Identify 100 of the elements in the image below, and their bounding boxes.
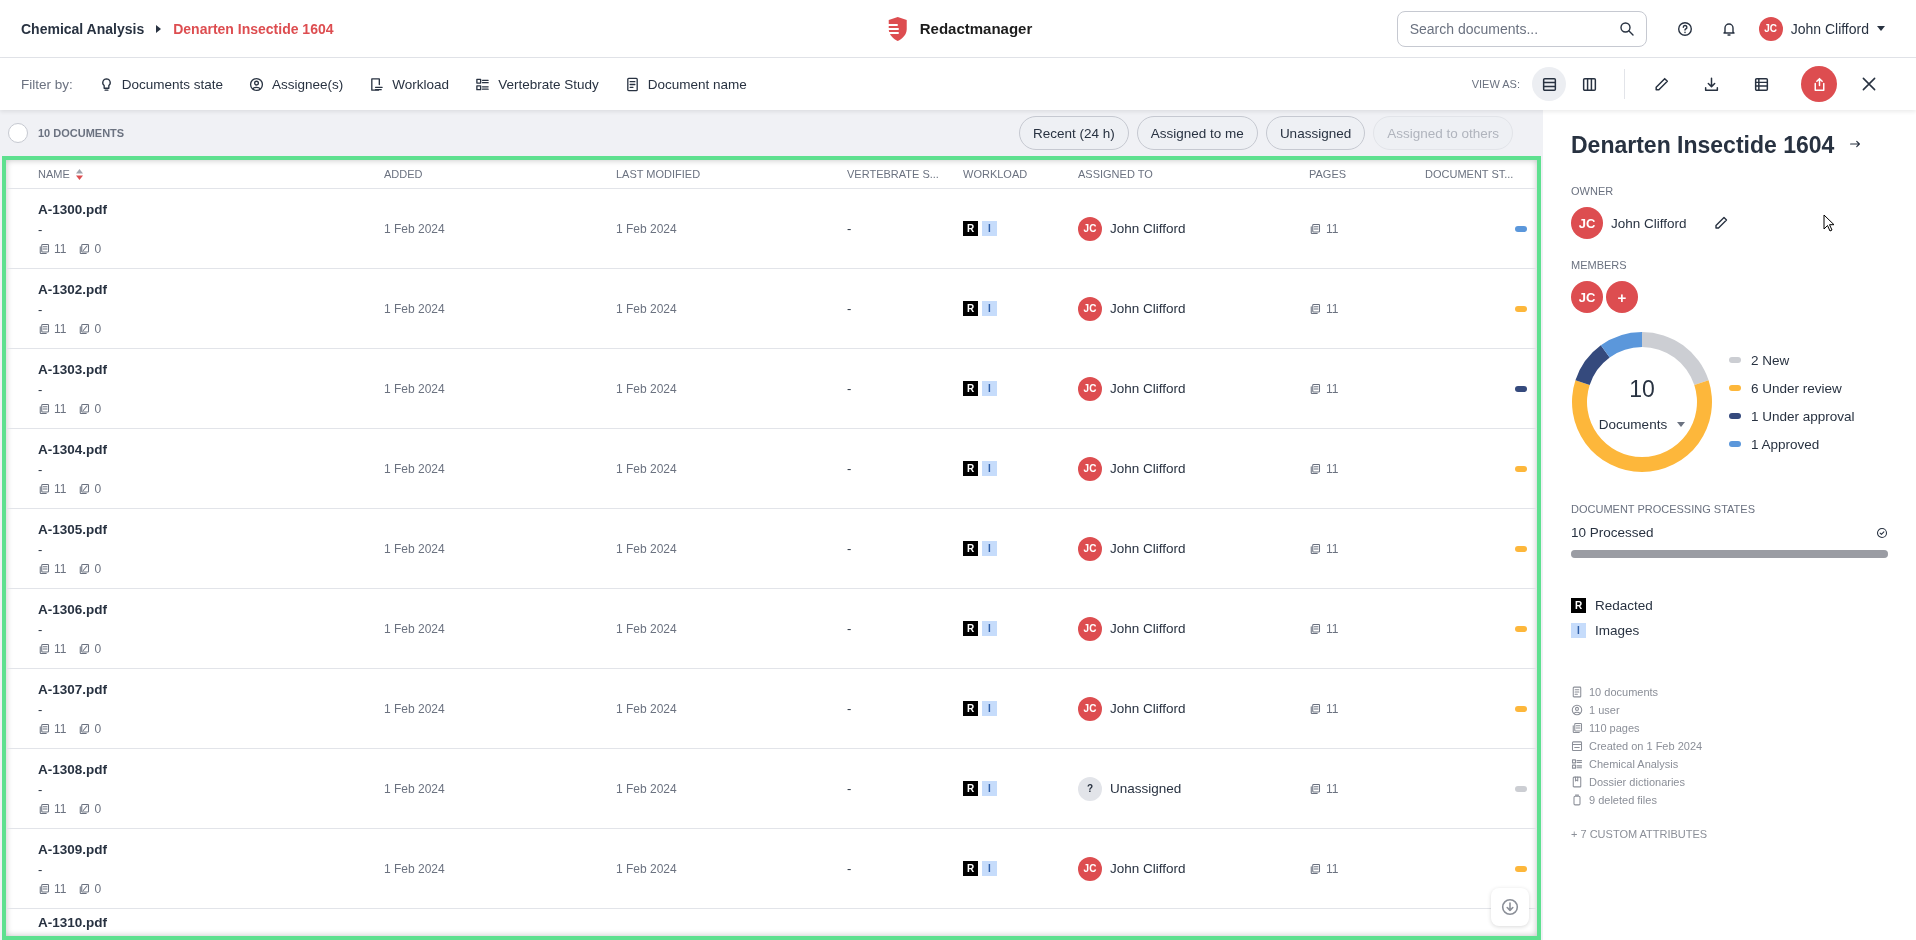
assignee-name: John Clifford (1110, 221, 1186, 236)
filter-chip[interactable]: Unassigned (1265, 116, 1366, 150)
pages-icon (1309, 382, 1321, 395)
table-cell-text: 1 Feb 2024 (384, 541, 446, 556)
table-cell-text: - (847, 781, 853, 796)
file-name[interactable]: A-1304.pdf (38, 441, 384, 457)
workload-icon (369, 76, 385, 92)
file-name[interactable]: A-1307.pdf (38, 681, 384, 697)
document-count: 10 DOCUMENTS (38, 127, 125, 139)
processed-count: 10 Processed (1571, 525, 1654, 540)
redacted-badge: R (963, 781, 978, 796)
file-name[interactable]: A-1309.pdf (38, 841, 384, 857)
filter-button[interactable]: Documents state (98, 76, 224, 92)
file-name[interactable]: A-1302.pdf (38, 281, 384, 297)
table-cell: 11 (1326, 301, 1339, 316)
images-badge: I (982, 381, 997, 396)
assignee-avatar: JC (1078, 536, 1102, 561)
assignee-name: John Clifford (1110, 861, 1186, 876)
redacted-badge: R (963, 221, 978, 236)
images-badge: I (982, 541, 997, 556)
file-subtitle: - (38, 301, 44, 317)
add-member-button[interactable]: + (1606, 281, 1638, 313)
image-count: 0 (94, 321, 102, 336)
legend-label: 1 Approved (1751, 436, 1820, 452)
document-total: 10 (1629, 376, 1655, 403)
images-badge: I (982, 621, 997, 636)
table-cell-text: - (847, 701, 853, 716)
assignee-name: John Clifford (1110, 461, 1186, 476)
table-cell-text: 1 Feb 2024 (616, 541, 678, 556)
images-badge: I (982, 861, 997, 876)
file-subtitle: - (38, 701, 44, 717)
images-icon (78, 642, 91, 655)
pages-icon (38, 722, 50, 735)
images-badge: I (982, 221, 997, 236)
breadcrumb-link[interactable]: Denarten Insectide 1604 (173, 20, 334, 37)
filter-button[interactable]: Vertebrate Study (475, 76, 599, 92)
pages-icon (38, 322, 50, 335)
edit-owner-button[interactable] (1712, 215, 1729, 231)
sort-icon[interactable] (75, 168, 83, 180)
pages-icon (38, 882, 50, 895)
table-cell-text: - (847, 541, 853, 556)
pages-icon (1571, 722, 1583, 734)
search-field[interactable]: Search documents... (1396, 10, 1647, 47)
rows-icon (1540, 75, 1558, 93)
table-cell-text: - (847, 301, 853, 316)
filter-button[interactable]: Document name (624, 76, 747, 92)
column-header[interactable]: DOCUMENT ST... (1425, 168, 1535, 180)
user-avatar: JC (1758, 16, 1783, 41)
check-circle-icon (1876, 526, 1888, 539)
table-cell-text: 1 Feb 2024 (384, 221, 446, 236)
images-badge: I (1571, 623, 1586, 638)
app-name: Redactmanager (919, 20, 1033, 37)
filter-chip[interactable]: Assigned to me (1136, 116, 1258, 150)
column-header[interactable]: LAST MODIFIED (616, 168, 847, 180)
trash-icon (1571, 794, 1583, 806)
select-all-checkbox[interactable] (8, 123, 28, 143)
images-badge: I (982, 461, 997, 476)
images-badge: I (982, 301, 997, 316)
images-icon (78, 562, 91, 575)
breadcrumb-link[interactable]: Chemical Analysis (21, 20, 145, 37)
column-header[interactable]: VERTEBRATE S... (847, 168, 963, 180)
dossier-stat: Chemical Analysis (1589, 758, 1679, 770)
file-name[interactable]: A-1310.pdf (38, 915, 384, 930)
dossier-stat: 1 user (1589, 704, 1620, 716)
pencil-icon (1712, 215, 1729, 231)
column-header[interactable]: ASSIGNED TO (1078, 168, 1309, 180)
filter-button[interactable]: Workload (369, 76, 450, 92)
export-button[interactable] (1801, 66, 1837, 102)
file-name[interactable]: A-1305.pdf (38, 521, 384, 537)
pages-icon (38, 402, 50, 415)
file-name[interactable]: A-1308.pdf (38, 761, 384, 777)
file-name[interactable]: A-1300.pdf (38, 201, 384, 217)
column-header[interactable]: PAGES (1309, 168, 1425, 180)
images-icon (78, 242, 91, 255)
table-cell-text: 1 Feb 2024 (384, 301, 446, 316)
column-header[interactable]: NAME (38, 168, 70, 180)
section-label: DOCUMENT PROCESSING STATES (1571, 503, 1755, 515)
section-label: OWNER (1571, 185, 1614, 197)
table-cell-text: 1 Feb 2024 (616, 701, 678, 716)
scroll-down-button[interactable] (1491, 888, 1529, 926)
file-subtitle: - (38, 381, 44, 397)
column-header[interactable]: WORKLOAD (963, 168, 1078, 180)
pages-icon (1309, 222, 1321, 235)
mouse-cursor-icon (1823, 214, 1835, 232)
file-name[interactable]: A-1306.pdf (38, 601, 384, 617)
chart-type-dropdown[interactable]: Documents (1598, 417, 1686, 432)
page-count: 11 (54, 881, 67, 896)
table-cell: 11 (1326, 621, 1339, 636)
dossier-stat: 110 pages (1589, 722, 1640, 734)
column-header[interactable]: ADDED (384, 168, 616, 180)
file-subtitle: - (38, 541, 44, 557)
owner-avatar: JC (1571, 207, 1603, 239)
file-name[interactable]: A-1303.pdf (38, 361, 384, 377)
user-menu-button[interactable]: JC John Clifford (1754, 16, 1895, 41)
table-cell-text: - (847, 621, 853, 636)
filter-button[interactable]: Assignee(s) (249, 76, 344, 92)
pages-icon (1309, 862, 1321, 875)
table-cell-text: - (847, 221, 853, 236)
list-view-button[interactable] (1532, 67, 1566, 101)
filter-chip[interactable]: Recent (24 h) (1019, 116, 1129, 150)
